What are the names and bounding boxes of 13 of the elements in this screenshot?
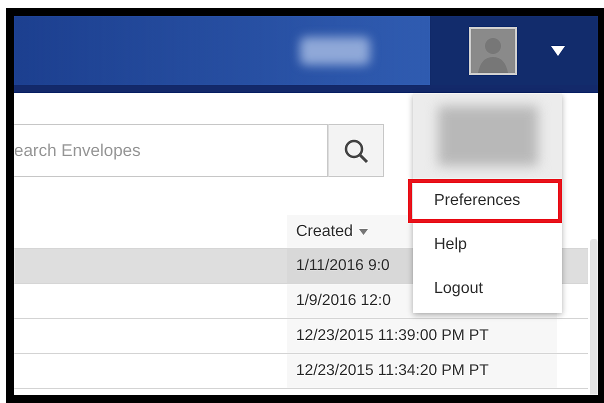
blurred-logo: [300, 36, 370, 64]
table-row[interactable]: 12/23/2015 11:34:20 PM PT: [14, 353, 588, 388]
table-row[interactable]: 12/23/2015 11:39:00 PM PT: [14, 318, 588, 353]
sort-icon: [358, 228, 368, 234]
menu-item[interactable]: Preferences: [408, 179, 562, 223]
table-cell: 12/23/2015 11:39:00 PM PT: [287, 319, 557, 353]
search-button[interactable]: [328, 124, 384, 177]
scrollbar[interactable]: [590, 239, 598, 395]
caret-icon[interactable]: [551, 46, 565, 56]
table-cell: 12/23/2015 11:34:20 PM PT: [287, 354, 557, 388]
search-field[interactable]: earch Envelopes: [14, 124, 328, 177]
avatar-icon[interactable]: [469, 26, 517, 74]
search-icon: [343, 138, 369, 164]
